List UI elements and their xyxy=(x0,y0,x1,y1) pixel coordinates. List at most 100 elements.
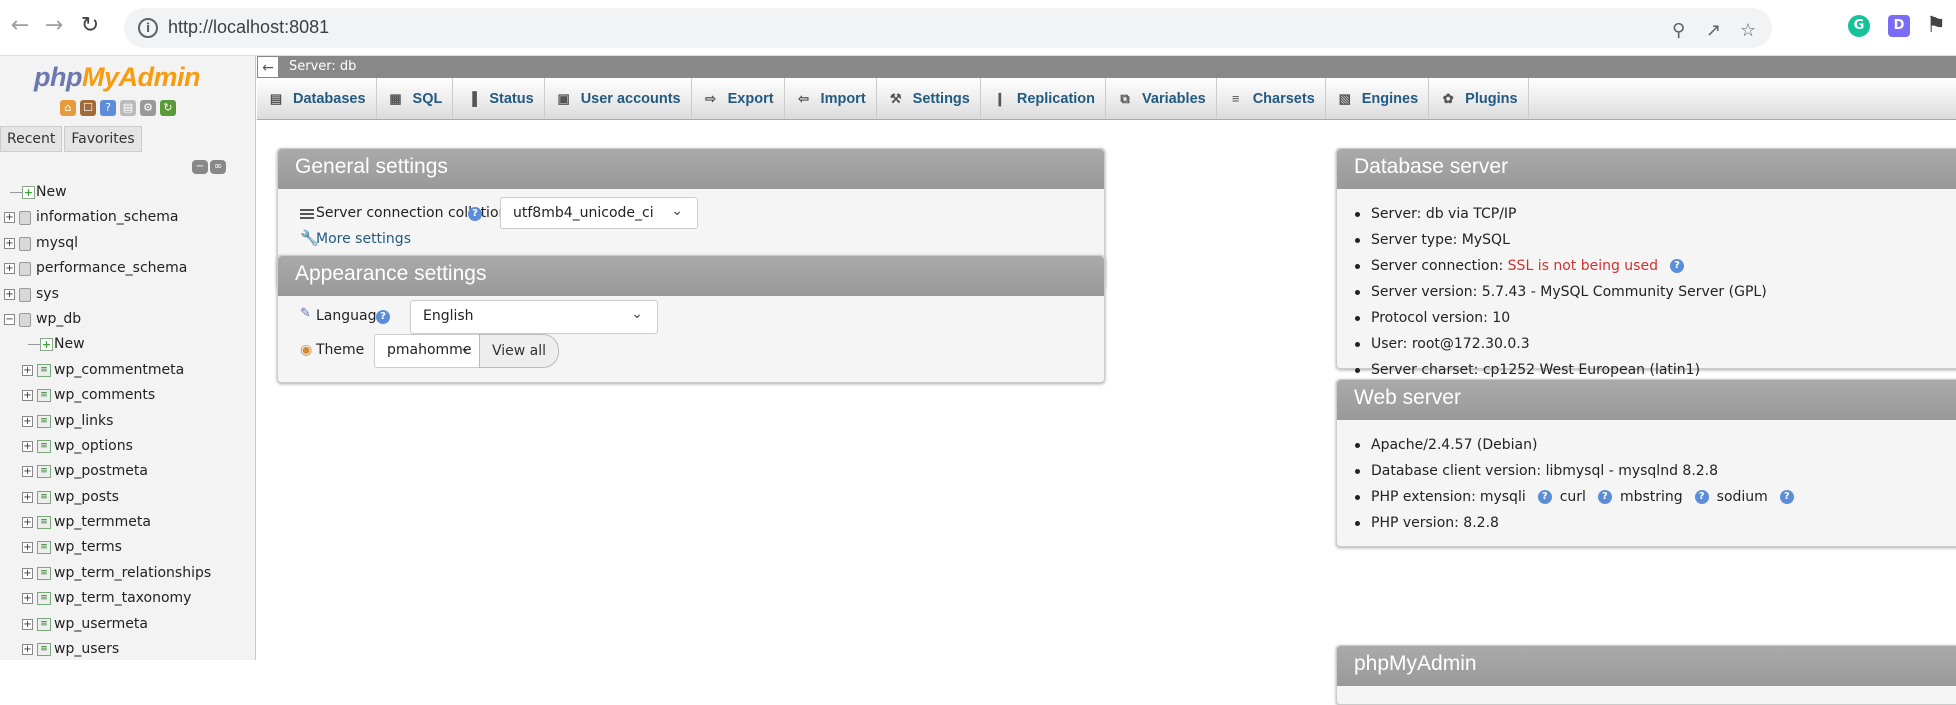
expand-icon[interactable]: + xyxy=(22,491,33,503)
settings-gear-icon[interactable]: ⚙ xyxy=(140,100,156,116)
tree-item-label[interactable]: wp_links xyxy=(54,409,113,434)
table-icon[interactable]: ≡ xyxy=(37,389,51,403)
expand-icon[interactable]: + xyxy=(4,212,15,224)
expand-icon[interactable]: + xyxy=(4,237,15,249)
table-icon[interactable]: ≡ xyxy=(37,617,51,631)
extension-d-icon[interactable]: D xyxy=(1888,15,1910,37)
expand-icon[interactable]: + xyxy=(22,466,33,478)
tab-sql[interactable]: ▦ SQL xyxy=(377,78,454,119)
new-icon[interactable]: + xyxy=(22,186,35,199)
extensions-puzzle-icon[interactable]: ⚑ xyxy=(1922,12,1950,40)
table-icon[interactable]: ≡ xyxy=(37,592,51,606)
table-icon[interactable]: ≡ xyxy=(37,439,51,453)
expand-icon[interactable]: + xyxy=(4,263,15,275)
table-icon[interactable]: ≡ xyxy=(37,363,51,377)
tree-table-item[interactable]: + ≡ wp_term_taxonomy xyxy=(0,586,255,611)
tree-item-label[interactable]: performance_schema xyxy=(36,256,187,281)
tab-status[interactable]: ▐ Status xyxy=(453,78,545,119)
tree-item-label[interactable]: wp_terms xyxy=(54,535,122,560)
tab-export[interactable]: ⇨ Export xyxy=(692,78,785,119)
tree-item-label[interactable]: wp_postmeta xyxy=(54,459,148,484)
tab-settings[interactable]: ⚒ Settings xyxy=(877,78,981,119)
tree-database-item[interactable]: + performance_schema xyxy=(0,256,255,281)
table-icon[interactable]: ≡ xyxy=(37,516,51,530)
help-icon[interactable]: ? xyxy=(1694,490,1709,504)
tree-item-label[interactable]: sys xyxy=(36,282,59,307)
share-icon[interactable]: ↗ xyxy=(1706,20,1721,41)
table-icon[interactable]: ≡ xyxy=(37,465,51,479)
tree-table-item[interactable]: + ≡ wp_comments xyxy=(0,383,255,408)
site-info-icon[interactable]: i xyxy=(138,18,158,38)
phpmyadmin-logo[interactable]: phpMyAdmin xyxy=(34,62,200,93)
tree-new-item[interactable]: + New xyxy=(0,180,255,205)
help-icon[interactable]: ? xyxy=(376,310,390,324)
tree-table-item[interactable]: + ≡ wp_options xyxy=(0,434,255,459)
tree-item-label[interactable]: New xyxy=(54,332,85,357)
tree-item-label[interactable]: wp_posts xyxy=(54,485,119,510)
tree-table-item[interactable]: + ≡ wp_term_relationships xyxy=(0,561,255,586)
theme-select[interactable]: pmahomme ⌄ xyxy=(374,334,480,368)
expand-icon[interactable]: + xyxy=(22,618,33,630)
reload-nav-icon[interactable]: ↻ xyxy=(160,100,176,116)
tree-table-item[interactable]: + ≡ wp_posts xyxy=(0,485,255,510)
tab-favorites[interactable]: Favorites xyxy=(64,126,142,152)
tab-replication[interactable]: ❙ Replication xyxy=(981,78,1107,119)
exit-icon[interactable]: ☐ xyxy=(80,100,96,116)
link-with-main-icon[interactable]: ∞ xyxy=(210,160,226,174)
reload-icon[interactable]: ↻ xyxy=(76,12,104,40)
expand-icon[interactable]: + xyxy=(22,542,33,554)
expand-icon[interactable]: + xyxy=(22,364,33,376)
tab-plugins[interactable]: ✿ Plugins xyxy=(1429,78,1529,119)
tree-item-label[interactable]: wp_comments xyxy=(54,383,155,408)
table-icon[interactable]: ≡ xyxy=(37,490,51,504)
collapse-sidebar-arrow-icon[interactable]: ← xyxy=(257,56,279,78)
database-icon[interactable] xyxy=(19,262,31,277)
back-arrow-icon[interactable]: ← xyxy=(6,12,34,40)
expand-icon[interactable]: + xyxy=(22,390,33,402)
tree-database-item[interactable]: + sys xyxy=(0,282,255,307)
breadcrumb-server[interactable]: Server: db xyxy=(289,56,356,78)
tree-item-label[interactable]: mysql xyxy=(36,231,78,256)
database-icon[interactable] xyxy=(19,236,31,251)
expand-icon[interactable]: + xyxy=(4,288,15,300)
help-icon[interactable]: ? xyxy=(100,100,116,116)
tree-item-label[interactable]: information_schema xyxy=(36,205,179,230)
zoom-icon[interactable]: ⚲ xyxy=(1672,20,1685,41)
home-icon[interactable]: ⌂ xyxy=(60,100,76,116)
tree-database-item[interactable]: − wp_db xyxy=(0,307,255,332)
tree-table-item[interactable]: + ≡ wp_links xyxy=(0,409,255,434)
tree-item-label[interactable]: wp_db xyxy=(36,307,81,332)
tab-user-accounts[interactable]: ▣ User accounts xyxy=(545,78,692,119)
tree-item-label[interactable]: wp_termmeta xyxy=(54,510,151,535)
expand-icon[interactable]: + xyxy=(22,644,33,656)
tree-new-item[interactable]: + New xyxy=(0,332,255,357)
help-icon[interactable]: ? xyxy=(1537,490,1552,504)
table-icon[interactable]: ≡ xyxy=(37,541,51,555)
expand-icon[interactable]: + xyxy=(22,440,33,452)
tab-databases[interactable]: ▤ Databases xyxy=(257,78,377,119)
collapse-all-icon[interactable]: − xyxy=(192,160,208,174)
tree-table-item[interactable]: + ≡ wp_termmeta xyxy=(0,510,255,535)
tree-item-label[interactable]: wp_options xyxy=(54,434,133,459)
table-icon[interactable]: ≡ xyxy=(37,566,51,580)
bookmark-star-icon[interactable]: ☆ xyxy=(1740,20,1756,41)
tree-table-item[interactable]: + ≡ wp_postmeta xyxy=(0,459,255,484)
table-icon[interactable]: ≡ xyxy=(37,414,51,428)
tree-item-label[interactable]: wp_commentmeta xyxy=(54,358,184,383)
database-icon[interactable] xyxy=(19,287,31,302)
help-icon[interactable]: ? xyxy=(1779,490,1794,504)
help-icon[interactable]: ? xyxy=(468,207,482,221)
tree-item-label[interactable]: wp_term_taxonomy xyxy=(54,586,191,611)
table-icon[interactable]: ≡ xyxy=(37,643,51,657)
address-bar[interactable]: i http://localhost:8081 ⚲ ↗ ☆ xyxy=(124,8,1772,48)
tree-item-label[interactable]: wp_users xyxy=(54,637,119,662)
view-all-themes-button[interactable]: View all xyxy=(479,334,560,368)
tree-table-item[interactable]: + ≡ wp_users xyxy=(0,637,255,662)
tree-table-item[interactable]: + ≡ wp_commentmeta xyxy=(0,358,255,383)
collation-select[interactable]: utf8mb4_unicode_ci ⌄ xyxy=(500,197,698,229)
tree-item-label[interactable]: wp_term_relationships xyxy=(54,561,211,586)
tree-database-item[interactable]: + information_schema xyxy=(0,205,255,230)
language-select[interactable]: English ⌄ xyxy=(410,300,658,334)
new-icon[interactable]: + xyxy=(40,338,53,352)
url-text[interactable]: http://localhost:8081 xyxy=(168,17,329,38)
